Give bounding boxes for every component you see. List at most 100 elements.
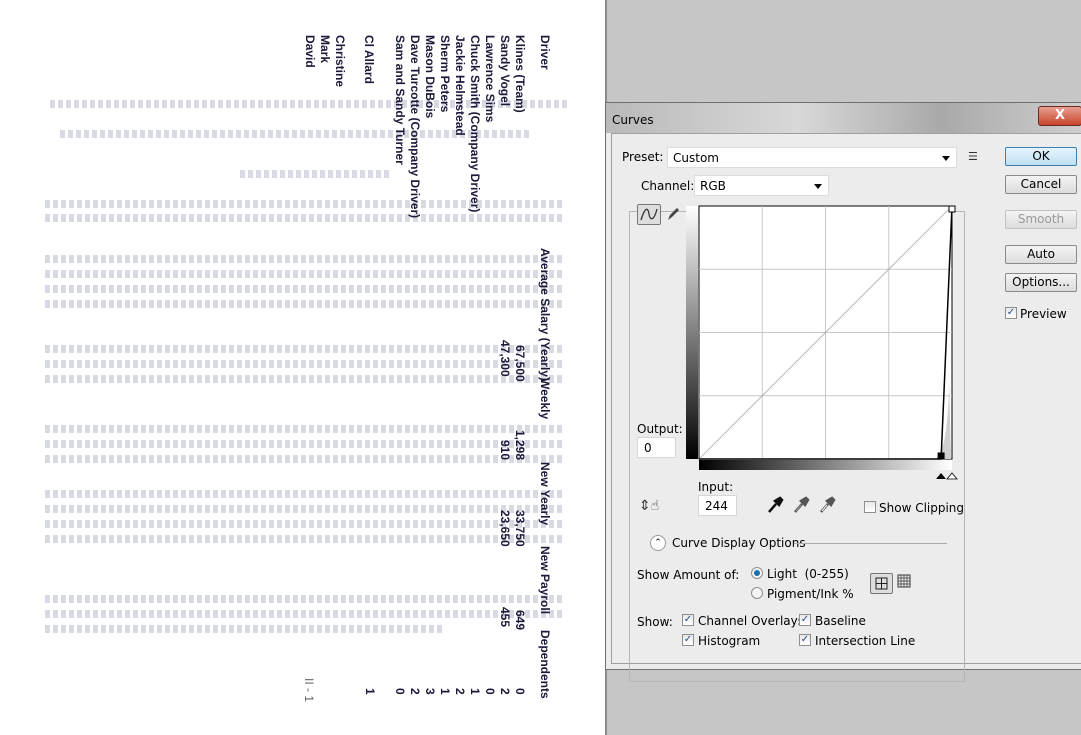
histogram-checkbox[interactable]: ✓ (682, 634, 694, 646)
gray-eyedropper-icon[interactable] (792, 496, 810, 514)
pigment-ink-radio[interactable] (751, 587, 763, 599)
faded-text-line (45, 610, 565, 618)
dialog-title: Curves (612, 113, 654, 127)
column-header: New Yearly (538, 462, 552, 526)
simple-grid-icon (875, 577, 888, 590)
driver-name: Lawrence Sims (483, 35, 497, 123)
dialog-body: Preset: Custom ☰ OK Cancel Smooth Auto O… (611, 133, 1081, 682)
preset-value: Custom (673, 151, 719, 165)
faded-text-line (45, 505, 565, 513)
column-header: Driver (538, 35, 552, 70)
preview-label: Preview (1020, 307, 1067, 321)
driver-name: Klines (Team) (513, 35, 527, 113)
faded-text-line (45, 595, 565, 603)
driver-name: Christine (333, 35, 347, 88)
cell-dependents: 0 (513, 688, 527, 695)
channel-dropdown[interactable]: RGB (694, 175, 829, 196)
cell-new-yearly: 23,650 (498, 510, 512, 547)
driver-name: Sherm Peters (438, 35, 452, 113)
white-point-slider[interactable] (946, 472, 958, 480)
column-header: Dependents (538, 630, 552, 699)
chevron-down-icon (814, 184, 822, 189)
faded-text-line (45, 270, 565, 278)
cell-new-yearly: 33,750 (513, 510, 527, 547)
ok-button[interactable]: OK (1005, 147, 1077, 166)
input-label: Input: (698, 480, 734, 494)
input-sliders[interactable] (934, 470, 958, 480)
preview-checkbox[interactable]: ✓ (1005, 307, 1017, 319)
column-header: Average Salary (Yearly) (538, 248, 552, 381)
driver-name: Dave Turcotte (Company Driver) (408, 35, 422, 219)
curve-tool-button[interactable] (637, 204, 661, 225)
preset-dropdown[interactable]: Custom (667, 147, 957, 168)
faded-text-line (45, 440, 565, 448)
chevron-down-icon (942, 156, 950, 161)
cell-dependents: 1 (363, 688, 377, 695)
cell-weekly: 910 (498, 440, 512, 461)
faded-text-line (45, 375, 565, 383)
faded-text-line (240, 170, 390, 178)
curve-icon (640, 208, 658, 221)
driver-name: Sam and Sandy Turner (393, 35, 407, 165)
black-point-slider[interactable] (936, 473, 946, 479)
cell-dependents: 2 (453, 688, 467, 695)
histogram-label: Histogram (698, 634, 761, 648)
preset-options-icon[interactable]: ☰ (968, 150, 978, 164)
cell-dependents: 1 (438, 688, 452, 695)
input-gradient-bar (699, 460, 952, 470)
pencil-icon[interactable] (665, 206, 681, 222)
cancel-button[interactable]: Cancel (1005, 175, 1077, 194)
channel-overlays-label: Channel Overlays (698, 614, 804, 628)
driver-name: Chuck Smith (Company Driver) (468, 35, 482, 213)
cell-salary: 67,500 (513, 345, 527, 382)
cell-dependents: 1 (468, 688, 482, 695)
auto-button[interactable]: Auto (1005, 245, 1077, 264)
faded-text-line (45, 455, 565, 463)
cell-dependents: 0 (393, 688, 407, 695)
baseline-checkbox[interactable]: ✓ (799, 614, 811, 626)
faded-text-line (45, 214, 565, 222)
curve-point (948, 205, 956, 213)
driver-name: Mark (318, 35, 332, 64)
curves-dialog: Curves X Preset: Custom ☰ OK Cancel Smoo… (605, 102, 1081, 682)
close-button[interactable]: X (1038, 106, 1081, 126)
title-bar[interactable]: Curves X (606, 103, 1081, 133)
page-number: II - 1 (302, 678, 316, 703)
detailed-grid-icon[interactable] (897, 574, 911, 588)
driver-name: Mason DuBois (423, 35, 437, 119)
faded-text-line (45, 200, 565, 208)
faded-text-line (45, 625, 445, 633)
output-field[interactable]: 0 (637, 437, 676, 458)
options-button[interactable]: Options... (1005, 273, 1077, 292)
cell-dependents: 3 (423, 688, 437, 695)
faded-text-line (45, 360, 565, 368)
cell-dependents: 2 (498, 688, 512, 695)
faded-text-line (45, 490, 565, 498)
simple-grid-button[interactable] (870, 573, 893, 594)
channel-overlays-checkbox[interactable]: ✓ (682, 614, 694, 626)
light-label: Light (0-255) (767, 567, 849, 581)
smooth-button[interactable]: Smooth (1005, 210, 1077, 229)
curve-graph[interactable] (686, 205, 961, 480)
white-eyedropper-icon[interactable] (818, 496, 836, 514)
light-radio[interactable] (751, 567, 763, 579)
driver-name: Sandy Vogel (498, 35, 512, 107)
scanned-document: Driver Average Salary (Yearly) Weekly New Y… (0, 0, 605, 735)
faded-text-line (45, 345, 565, 353)
chevron-up-icon: ⌃ (654, 538, 662, 548)
show-clipping-checkbox[interactable] (864, 501, 876, 513)
black-eyedropper-icon[interactable] (766, 496, 784, 514)
output-gradient-bar (686, 206, 698, 459)
faded-text-line (45, 425, 565, 433)
faded-text-line (45, 285, 565, 293)
collapse-display-options-button[interactable]: ⌃ (650, 535, 666, 551)
input-field[interactable]: 244 (698, 495, 737, 516)
column-header: Weekly (538, 378, 552, 420)
show-clipping-label: Show Clipping (879, 501, 965, 515)
pigment-ink-label: Pigment/Ink % (767, 587, 854, 601)
cell-new-payroll: 455 (498, 607, 512, 628)
divider (794, 543, 947, 544)
intersection-line-checkbox[interactable]: ✓ (799, 634, 811, 646)
baseline-label: Baseline (815, 614, 866, 628)
on-image-adjust-hand-icon[interactable]: ⇕☝ (639, 499, 659, 513)
